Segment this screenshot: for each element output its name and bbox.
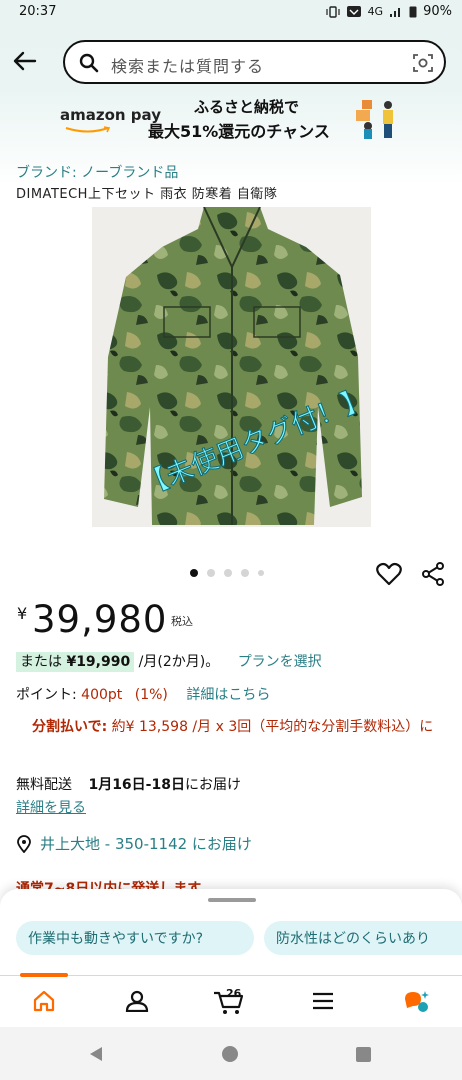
account-icon: [125, 990, 149, 1012]
suggestion-chip[interactable]: 防水性はどのくらいあり: [264, 921, 462, 955]
carousel-dot: [241, 569, 249, 577]
search-icon: [79, 53, 99, 73]
home-icon: [33, 990, 55, 1012]
amazon-pay-logo: amazon pay: [60, 106, 161, 124]
installment-lead: 分割払いで:: [32, 719, 108, 735]
suggestion-chip[interactable]: 作業中も動きやすいですか?: [16, 921, 254, 955]
camo-jacket-image: 【未使用タグ付！】: [92, 207, 371, 527]
delivery-address-text: 井上大地 - 350-1142 にお届け: [40, 835, 252, 853]
delivery-address-link[interactable]: 井上大地 - 350-1142 にお届け: [16, 833, 252, 854]
rufus-assistant-icon: [405, 991, 429, 1012]
monthly-suffix: /月(2か月)。: [138, 654, 220, 670]
camera-search-icon[interactable]: [412, 52, 434, 74]
points-detail-link[interactable]: 詳細はこちら: [186, 687, 270, 703]
vibrate-icon: [325, 5, 340, 18]
nav-cart[interactable]: 26: [212, 986, 246, 1016]
installment-info[interactable]: 分割払いで: 約¥ 13,598 /月 x 3回（平均的な分割手数料込）に: [32, 716, 447, 739]
shipping-dates: 1月16日-18日: [88, 777, 185, 793]
search-placeholder: 検索または質問する: [111, 57, 265, 76]
location-pin-icon: [17, 834, 31, 853]
share-icon: [422, 562, 444, 586]
installment-text: 約¥ 13,598 /月 x 3回（平均的な分割手数料込）に: [111, 719, 434, 735]
points-value: 400pt: [81, 687, 123, 703]
signal-icon: [390, 7, 401, 17]
arrow-left-icon: [13, 51, 37, 71]
system-nav-bar: [0, 1027, 462, 1080]
price-amount: 39,980: [32, 598, 168, 641]
product-title: DIMATECH上下セット 雨衣 防寒着 自衛隊: [16, 187, 278, 202]
tax-included-label: 税込: [171, 615, 193, 628]
battery-level: 90%: [423, 4, 452, 19]
product-image[interactable]: 【未使用タグ付！】: [92, 207, 371, 527]
nav-account[interactable]: [120, 986, 154, 1016]
status-bar: 20:37 4G 90%: [0, 0, 462, 26]
hamburger-menu-icon: [313, 992, 333, 1010]
heart-icon: [376, 562, 402, 586]
active-tab-indicator: [20, 973, 68, 977]
monthly-amount: ¥19,990: [66, 654, 131, 670]
carousel-dot: [258, 570, 264, 576]
select-plan-link[interactable]: プランを選択: [238, 654, 322, 670]
points-label: ポイント:: [16, 687, 77, 703]
banner-line1: ふるさと納税で: [194, 98, 300, 116]
shipping-suffix: にお届け: [184, 777, 241, 793]
nav-menu[interactable]: [306, 986, 340, 1016]
system-home-icon[interactable]: [221, 1045, 239, 1063]
brand-link[interactable]: ブランド: ノーブランド品: [16, 162, 178, 182]
network-type: 4G: [367, 5, 384, 18]
sheet-handle[interactable]: [208, 898, 256, 902]
status-time: 20:37: [19, 4, 57, 19]
delivery-illustration-icon: [356, 100, 393, 139]
shipping-detail-link[interactable]: 詳細を見る: [16, 797, 86, 817]
battery-icon: [409, 6, 417, 18]
status-icons: 4G 90%: [325, 4, 452, 19]
system-recents-icon[interactable]: [356, 1047, 371, 1062]
back-button[interactable]: [8, 46, 42, 76]
banner-line2: 最大51%還元のチャンス: [148, 122, 330, 141]
nav-home[interactable]: [27, 986, 61, 1016]
search-input[interactable]: 検索または質問する: [63, 40, 446, 84]
carousel-dot: [190, 569, 198, 577]
nav-rufus[interactable]: [400, 986, 434, 1016]
wifi-icon: [346, 6, 361, 17]
monthly-payment-highlight: または ¥19,990: [16, 652, 135, 672]
monthly-payment-row: または ¥19,990 /月(2か月)。 プランを選択: [16, 651, 322, 672]
shipping-info: 無料配送 1月16日-18日にお届け: [16, 774, 241, 794]
carousel-dot: [224, 569, 232, 577]
cart-count: 26: [226, 987, 242, 1000]
share-button[interactable]: [421, 562, 447, 588]
cart-icon: 26: [214, 987, 244, 1014]
price-currency: ¥: [17, 604, 28, 623]
system-back-icon[interactable]: [88, 1046, 104, 1062]
promo-banner[interactable]: amazon pay ふるさと納税で 最大51%還元のチャンス: [60, 92, 405, 144]
shipping-prefix: 無料配送: [16, 777, 72, 793]
image-carousel-dots: [190, 569, 264, 577]
monthly-prefix: または: [20, 654, 62, 670]
points-percent: (1%): [134, 687, 168, 703]
amazon-smile-icon: [65, 126, 111, 133]
wishlist-button[interactable]: [376, 562, 404, 588]
carousel-dot: [207, 569, 215, 577]
points-row: ポイント: 400pt (1%) 詳細はこちら: [16, 684, 270, 704]
